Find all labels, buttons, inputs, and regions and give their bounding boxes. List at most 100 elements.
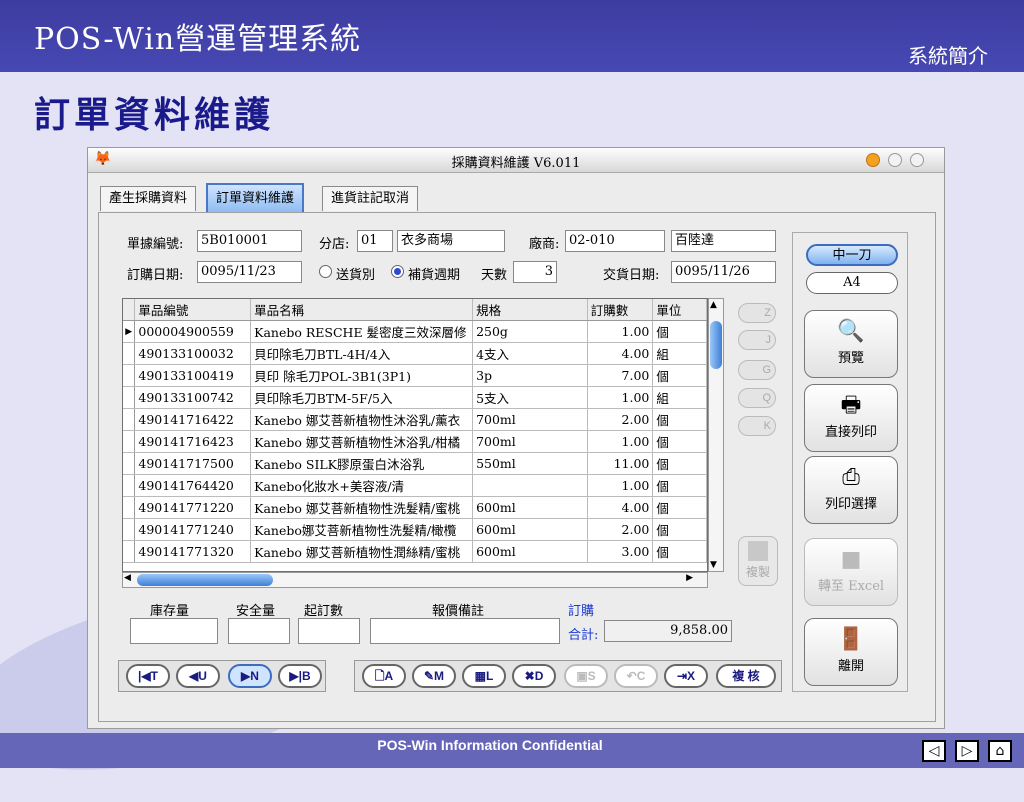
cell-spec[interactable]: 250g — [472, 320, 588, 343]
days-field[interactable]: 3 — [513, 261, 557, 283]
cell-name[interactable]: Kanebo 娜艾菩新植物性潤絲精/蜜桃 — [250, 540, 474, 563]
cell-spec[interactable]: 600ml — [472, 496, 588, 519]
vertical-scroll-thumb[interactable] — [710, 321, 722, 369]
table-row[interactable]: 490141764420 Kanebo化妝水+美容液/清 1.00 個 — [123, 474, 707, 497]
tab-generate-purchase[interactable]: 產生採購資料 — [100, 186, 197, 211]
cell-code[interactable]: 490141717500 — [134, 452, 252, 475]
cell-spec[interactable] — [472, 474, 588, 497]
export-excel-button[interactable]: ■ 轉至 Excel — [804, 538, 898, 606]
cell-spec[interactable]: 700ml — [472, 408, 588, 431]
zoom-icon[interactable] — [888, 153, 902, 167]
cell-code[interactable]: 490141764420 — [134, 474, 252, 497]
cell-name[interactable]: Kanebo 娜艾菩新植物性洗髮精/蜜桃 — [250, 496, 474, 519]
table-row[interactable]: 490141771320 Kanebo 娜艾菩新植物性潤絲精/蜜桃 600ml 3.0… — [123, 540, 707, 563]
scroll-left-icon[interactable]: ◀ — [124, 573, 131, 583]
tab-order-maintenance[interactable]: 訂單資料維護 — [206, 183, 305, 215]
table-row[interactable]: ▶ 000004900559 Kanebo RESCHE 髮密度三效深層修 250g 1… — [123, 320, 707, 343]
paper-option-half-cut[interactable]: 中一刀 — [806, 244, 898, 266]
first-record-button[interactable]: |◀T — [126, 664, 170, 688]
table-row[interactable]: 490141717500 Kanebo SILK膠原蛋白沐浴乳 550ml 11.00… — [123, 452, 707, 475]
home-slide-button[interactable]: ⌂ — [988, 740, 1012, 762]
branch-code-field[interactable]: 01 — [357, 230, 393, 252]
cell-code[interactable]: 490133100742 — [134, 386, 252, 409]
table-row[interactable]: 490141771240 Kanebo娜艾菩新植物性洗髮精/橄欖 600ml 2.00… — [123, 518, 707, 541]
table-row[interactable]: 490133100032 貝印除毛刀BTL-4H/4入 4支入 4.00 組 — [123, 342, 707, 365]
scroll-right-icon[interactable]: ▶ — [686, 573, 693, 583]
cell-qty[interactable]: 2.00 — [587, 408, 654, 431]
vendor-code-field[interactable]: 02-010 — [565, 230, 665, 252]
cell-qty[interactable]: 3.00 — [587, 540, 654, 563]
list-button[interactable]: ▦L — [462, 664, 506, 688]
side-icon-j[interactable]: J — [738, 330, 776, 350]
last-record-button[interactable]: ▶|B — [278, 664, 322, 688]
replenish-cycle-radio[interactable] — [391, 265, 404, 278]
cell-unit[interactable]: 組 — [652, 386, 707, 409]
cell-spec[interactable]: 5支入 — [472, 386, 588, 409]
delete-button[interactable]: ✖D — [512, 664, 556, 688]
exit-record-button[interactable]: ⇥X — [664, 664, 708, 688]
system-intro-link[interactable]: 系統簡介 — [908, 40, 988, 69]
direct-print-button[interactable]: 🖶 直接列印 — [804, 384, 898, 452]
cell-name[interactable]: 貝印 除毛刀POL-3B1(3P1) — [250, 364, 474, 387]
cell-unit[interactable]: 個 — [652, 364, 707, 387]
cell-spec[interactable]: 700ml — [472, 430, 588, 453]
delivery-type-radio[interactable] — [319, 265, 332, 278]
cell-spec[interactable]: 4支入 — [472, 342, 588, 365]
scroll-up-icon[interactable]: ▲ — [710, 300, 717, 310]
cell-spec[interactable]: 600ml — [472, 540, 588, 563]
cell-code[interactable]: 490141771240 — [134, 518, 252, 541]
cell-code[interactable]: 490141716423 — [134, 430, 252, 453]
cell-unit[interactable]: 個 — [652, 430, 707, 453]
cell-name[interactable]: Kanebo 娜艾菩新植物性沐浴乳/薰衣 — [250, 408, 474, 431]
cell-qty[interactable]: 4.00 — [587, 342, 654, 365]
col-header-code[interactable]: 單品編號 — [134, 299, 252, 321]
doc-no-field[interactable]: 5B010001 — [197, 230, 302, 252]
leave-button[interactable]: 🚪 離開 — [804, 618, 898, 686]
side-icon-z[interactable]: Z — [738, 303, 776, 323]
cell-spec[interactable]: 3p — [472, 364, 588, 387]
modify-button[interactable]: ✎M — [412, 664, 456, 688]
table-row[interactable]: 490141716423 Kanebo 娜艾菩新植物性沐浴乳/柑橘 700ml 1.0… — [123, 430, 707, 453]
row-selector[interactable] — [123, 364, 136, 387]
row-selector[interactable] — [123, 474, 136, 497]
cell-code[interactable]: 490133100032 — [134, 342, 252, 365]
cell-code[interactable]: 490141771320 — [134, 540, 252, 563]
cancel-button[interactable]: ↶C — [614, 664, 658, 688]
row-selector[interactable] — [123, 540, 136, 563]
row-selector[interactable] — [123, 452, 136, 475]
cell-unit[interactable]: 個 — [652, 474, 707, 497]
cell-code[interactable]: 490141716422 — [134, 408, 252, 431]
paper-option-a4[interactable]: A4 — [806, 272, 898, 294]
cell-code[interactable]: 000004900559 — [134, 320, 252, 343]
order-items-grid[interactable]: 單品編號 單品名稱 規格 訂購數 單位 ▶ 000004900559 Kanebo … — [122, 298, 708, 572]
row-selector[interactable] — [123, 496, 136, 519]
prev-record-button[interactable]: ◀U — [176, 664, 220, 688]
cell-name[interactable]: 貝印除毛刀BTL-4H/4入 — [250, 342, 474, 365]
next-slide-button[interactable]: ▷ — [955, 740, 979, 762]
cell-name[interactable]: 貝印除毛刀BTM-5F/5入 — [250, 386, 474, 409]
review-button[interactable]: 複 核 — [716, 664, 776, 688]
cell-qty[interactable]: 1.00 — [587, 430, 654, 453]
delivery-date-field[interactable]: 0095/11/26 — [671, 261, 776, 283]
cell-unit[interactable]: 個 — [652, 496, 707, 519]
cell-spec[interactable]: 550ml — [472, 452, 588, 475]
row-selector[interactable] — [123, 342, 136, 365]
next-record-button[interactable]: ▶N — [228, 664, 272, 688]
cell-unit[interactable]: 個 — [652, 540, 707, 563]
prev-slide-button[interactable]: ◁ — [922, 740, 946, 762]
col-header-qty[interactable]: 訂購數 — [587, 299, 654, 321]
cell-name[interactable]: Kanebo RESCHE 髮密度三效深層修 — [250, 320, 474, 343]
side-icon-q[interactable]: Q — [738, 388, 776, 408]
quote-note-field[interactable] — [370, 618, 560, 644]
preview-button[interactable]: 🔍 預覽 — [804, 310, 898, 378]
table-row[interactable]: 490133100742 貝印除毛刀BTM-5F/5入 5支入 1.00 組 — [123, 386, 707, 409]
grid-horizontal-scrollbar[interactable]: ◀ ▶ — [122, 572, 708, 588]
cell-unit[interactable]: 個 — [652, 320, 707, 343]
cell-name[interactable]: Kanebo娜艾菩新植物性洗髮精/橄欖 — [250, 518, 474, 541]
side-icon-k[interactable]: K — [738, 416, 776, 436]
current-row-indicator[interactable]: ▶ — [123, 320, 136, 343]
col-header-name[interactable]: 單品名稱 — [250, 299, 474, 321]
col-header-unit[interactable]: 單位 — [652, 299, 707, 321]
table-row[interactable]: 490133100419 貝印 除毛刀POL-3B1(3P1) 3p 7.00 個 — [123, 364, 707, 387]
cell-unit[interactable]: 組 — [652, 342, 707, 365]
